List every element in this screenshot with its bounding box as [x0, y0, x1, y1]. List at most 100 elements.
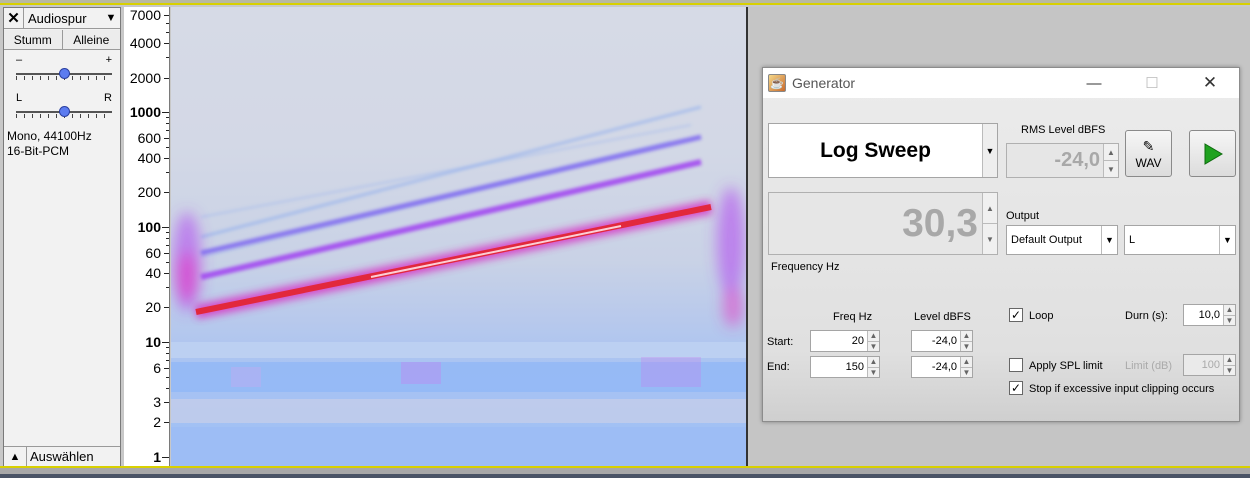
- duration-field[interactable]: 10,0 ▲ ▼: [1183, 304, 1236, 326]
- output-channel-value: L: [1129, 234, 1136, 246]
- spin-up-icon[interactable]: ▲: [868, 331, 879, 341]
- spin-down-icon[interactable]: ▼: [868, 366, 879, 377]
- pan-slider-thumb[interactable]: [58, 106, 70, 117]
- signal-type-value: Log Sweep: [820, 138, 931, 162]
- start-label: Start:: [767, 336, 794, 348]
- spin-up-icon[interactable]: ▲: [1224, 355, 1235, 365]
- spin-up-icon[interactable]: ▲: [961, 357, 972, 367]
- start-freq-spinner[interactable]: ▲ ▼: [867, 331, 879, 351]
- spin-down-icon[interactable]: ▼: [1224, 364, 1235, 375]
- gain-minus-label: –: [16, 54, 23, 66]
- clipping-stop-checkbox[interactable]: ✓: [1009, 381, 1023, 395]
- loop-checkbox[interactable]: ✓: [1009, 308, 1023, 322]
- ruler-minor-tick: [166, 42, 169, 44]
- java-app-icon: ☕: [768, 74, 786, 92]
- wav-button-label: WAV: [1135, 155, 1162, 170]
- spin-down-icon[interactable]: ▼: [1104, 160, 1118, 177]
- limit-db-field[interactable]: 100 ▲ ▼: [1183, 354, 1236, 376]
- dialog-title: Generator: [792, 75, 856, 91]
- spectrogram[interactable]: [171, 7, 748, 467]
- collapse-arrow-icon[interactable]: ▲: [4, 451, 26, 463]
- rms-level-field[interactable]: -24,0 ▲ ▼: [1006, 143, 1119, 178]
- start-level-field[interactable]: -24,0 ▲ ▼: [911, 330, 973, 352]
- start-level-spinner[interactable]: ▲ ▼: [960, 331, 972, 351]
- rms-level-value: -24,0: [1054, 149, 1100, 171]
- gain-slider-thumb[interactable]: [58, 68, 70, 79]
- start-freq-field[interactable]: 20 ▲ ▼: [810, 330, 880, 352]
- mute-button[interactable]: Stumm: [4, 30, 62, 49]
- spl-limit-checkbox[interactable]: [1009, 358, 1023, 372]
- play-button[interactable]: [1189, 130, 1236, 177]
- end-label: End:: [767, 361, 790, 373]
- ruler-minor-tick: [166, 232, 169, 234]
- close-dialog-button[interactable]: ✕: [1187, 68, 1233, 98]
- ruler-tick-label: 7000: [129, 7, 161, 23]
- rms-level-spinner[interactable]: ▲ ▼: [1103, 144, 1118, 177]
- spin-down-icon[interactable]: ▼: [961, 366, 972, 377]
- ruler-tick-label: 20: [145, 299, 161, 316]
- solo-button[interactable]: Alleine: [61, 30, 120, 49]
- chevron-down-icon[interactable]: ▼: [1101, 226, 1117, 254]
- ruler-minor-tick: [166, 238, 169, 240]
- spin-down-icon[interactable]: ▼: [983, 223, 997, 254]
- frequency-value: 30,3: [902, 201, 978, 245]
- end-freq-field[interactable]: 150 ▲ ▼: [810, 356, 880, 378]
- output-device-select[interactable]: Default Output ▼: [1006, 225, 1118, 255]
- limit-db-spinner[interactable]: ▲ ▼: [1223, 355, 1235, 375]
- spin-up-icon[interactable]: ▲: [961, 331, 972, 341]
- ruler-minor-tick: [166, 146, 169, 148]
- frequency-spinner[interactable]: ▲ ▼: [982, 193, 997, 254]
- spin-down-icon[interactable]: ▼: [1224, 314, 1235, 325]
- ruler-minor-tick: [166, 376, 169, 378]
- spl-limit-label: Apply SPL limit: [1029, 360, 1103, 372]
- track-menu-arrow-icon[interactable]: ▼: [102, 8, 120, 28]
- duration-spinner[interactable]: ▲ ▼: [1223, 305, 1235, 325]
- gain-slider[interactable]: – +: [16, 54, 112, 82]
- spectrogram-graphic: [171, 105, 746, 467]
- ruler-minor-tick: [166, 57, 169, 59]
- ruler-minor-tick: [166, 353, 169, 355]
- maximize-button[interactable]: ☐: [1129, 68, 1175, 98]
- level-column-label: Level dBFS: [914, 311, 971, 323]
- limit-db-value: 100: [1201, 359, 1220, 371]
- ruler-tick-label: 2000: [129, 69, 161, 86]
- end-freq-spinner[interactable]: ▲ ▼: [867, 357, 879, 377]
- ruler-minor-tick: [166, 402, 169, 404]
- spin-up-icon[interactable]: ▲: [983, 193, 997, 223]
- spin-down-icon[interactable]: ▼: [868, 340, 879, 351]
- track-control-panel: ✕ Audiospur ▼ Stumm Alleine – + L R Mono…: [3, 7, 121, 467]
- minimize-button[interactable]: —: [1071, 68, 1117, 98]
- play-icon: [1204, 142, 1223, 165]
- ruler-minor-tick: [166, 22, 169, 24]
- end-level-spinner[interactable]: ▲ ▼: [960, 357, 972, 377]
- wav-button[interactable]: ✎ WAV: [1125, 130, 1172, 177]
- chevron-down-icon[interactable]: ▼: [1219, 226, 1235, 254]
- track-info: Mono, 44100Hz 16-Bit-PCM: [7, 129, 92, 159]
- select-row: ▲ Auswählen: [4, 446, 120, 467]
- output-channel-select[interactable]: L ▼: [1124, 225, 1236, 255]
- end-level-field[interactable]: -24,0 ▲ ▼: [911, 356, 973, 378]
- pan-slider[interactable]: L R: [16, 92, 112, 120]
- pan-left-label: L: [16, 92, 23, 104]
- track-header: ✕ Audiospur ▼: [4, 8, 120, 29]
- rms-level-label: RMS Level dBFS: [1021, 124, 1106, 136]
- limit-db-label: Limit (dB): [1125, 360, 1173, 372]
- track-name-menu[interactable]: Audiospur: [24, 8, 102, 28]
- ruler-minor-tick: [166, 137, 169, 139]
- dialog-titlebar[interactable]: ☕ Generator — ☐ ✕: [763, 68, 1239, 98]
- generator-dialog: ☕ Generator — ☐ ✕ Log Sweep ▼ RMS Level …: [762, 67, 1240, 422]
- ruler-minor-tick: [166, 31, 169, 33]
- ruler-tick-label: 600: [137, 129, 161, 146]
- loop-label: Loop: [1029, 310, 1054, 322]
- spin-up-icon[interactable]: ▲: [1104, 144, 1118, 160]
- spin-up-icon[interactable]: ▲: [868, 357, 879, 367]
- spin-up-icon[interactable]: ▲: [1224, 305, 1235, 315]
- chevron-down-icon[interactable]: ▼: [982, 124, 997, 177]
- spin-down-icon[interactable]: ▼: [961, 340, 972, 351]
- close-track-button[interactable]: ✕: [4, 8, 24, 28]
- frequency-display[interactable]: 30,3 ▲ ▼: [768, 192, 998, 255]
- signal-type-select[interactable]: Log Sweep ▼: [768, 123, 998, 178]
- duration-value: 10,0: [1198, 309, 1220, 321]
- ruler-minor-tick: [166, 172, 169, 174]
- select-button[interactable]: Auswählen: [26, 446, 94, 467]
